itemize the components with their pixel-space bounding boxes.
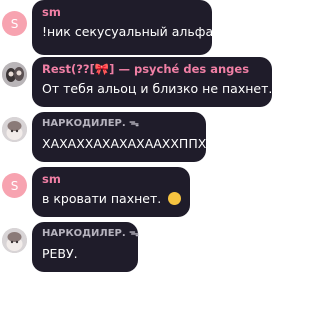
message-text: От тебя альоц и близко не пахнет.. [42, 81, 277, 96]
message-1: S sm !ник секусуальный альфа [0, 0, 276, 55]
message-bubble[interactable]: sm в кровати пахнет. [32, 167, 190, 217]
sender-name-main: Rest(??[🎀] [42, 62, 115, 76]
avatar[interactable] [2, 62, 27, 87]
sender-name[interactable]: sm [42, 172, 180, 186]
sender-name-suffix: psyché des anges [133, 62, 250, 76]
message-4: S sm в кровати пахнет. [0, 167, 276, 217]
message-text: ХАХАХХАХАХАХААХХППХ [42, 136, 207, 151]
sender-name[interactable]: НАРКОДИЛЕР. ᯓ [42, 227, 139, 241]
avatar[interactable]: S [2, 11, 27, 36]
sender-name[interactable]: Rest(??[🎀] — psyché des anges [42, 62, 262, 76]
profile-photo-icon [2, 228, 27, 253]
name-badge: ᯓ [129, 118, 140, 129]
message-text: РЕВУ. [42, 246, 78, 261]
message-text: в кровати пахнет. [42, 191, 182, 207]
avatar-letter: S [10, 16, 19, 31]
sender-name-main: НАРКОДИЛЕР. [42, 228, 126, 239]
avatar[interactable] [2, 228, 27, 253]
sender-name-main: НАРКОДИЛЕР. [42, 118, 126, 129]
message-3: НАРКОДИЛЕР. ᯓ ХАХАХХАХАХАХААХХППХ [0, 112, 276, 162]
name-separator: — [118, 62, 130, 76]
avatar[interactable]: S [2, 173, 27, 198]
message-2: Rest(??[🎀] — psyché des anges От тебя ал… [0, 57, 276, 107]
sender-name[interactable]: НАРКОДИЛЕР. ᯓ [42, 117, 196, 131]
smirk-emoji-icon [168, 192, 182, 205]
avatar[interactable] [2, 117, 27, 142]
profile-photo-icon [2, 62, 27, 87]
name-badge: ᯓ [129, 228, 140, 239]
profile-photo-icon [2, 117, 27, 142]
message-bubble[interactable]: Rest(??[🎀] — psyché des anges От тебя ал… [32, 57, 277, 107]
sender-name[interactable]: sm [42, 5, 202, 19]
message-bubble[interactable]: sm !ник секусуальный альфа [32, 0, 214, 55]
message-5: НАРКОДИЛЕР. ᯓ РЕВУ. [0, 222, 276, 272]
avatar-letter: S [10, 178, 19, 193]
message-text: !ник секусуальный альфа [42, 24, 214, 39]
message-text-content: в кровати пахнет. [42, 191, 162, 206]
message-bubble[interactable]: НАРКОДИЛЕР. ᯓ ХАХАХХАХАХАХААХХППХ [32, 112, 206, 162]
message-bubble[interactable]: НАРКОДИЛЕР. ᯓ РЕВУ. [32, 222, 139, 272]
